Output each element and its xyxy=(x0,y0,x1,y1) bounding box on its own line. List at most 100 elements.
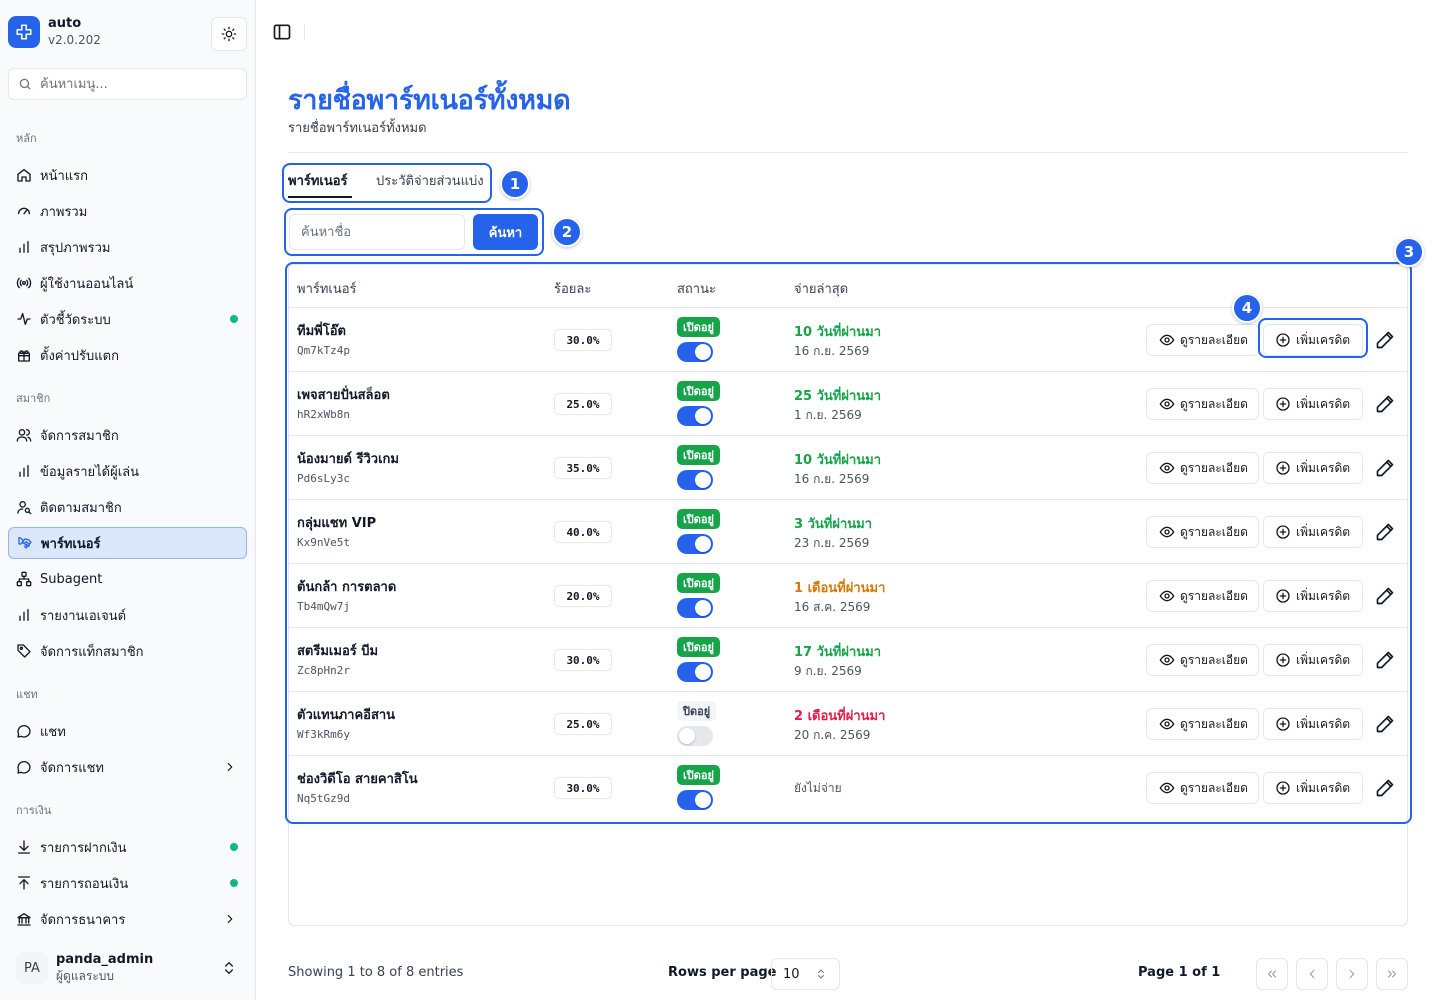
pencil-icon[interactable] xyxy=(1375,458,1395,478)
previous-page-button[interactable] xyxy=(1296,958,1328,990)
chat-icon xyxy=(17,725,31,738)
eye-icon xyxy=(1159,334,1175,346)
chevron-right-icon xyxy=(1349,969,1355,979)
pencil-icon[interactable] xyxy=(1375,586,1395,606)
sidebar-item[interactable]: จัดการธนาคาร xyxy=(8,903,247,935)
status-toggle[interactable] xyxy=(677,534,713,554)
panel-toggle-icon[interactable] xyxy=(272,22,292,42)
sidebar-item[interactable]: รายการถอนเงิน xyxy=(8,867,247,899)
add-credit-button[interactable]: เพิ่มเครดิต xyxy=(1263,708,1363,740)
sidebar-item[interactable]: ภาพรวม xyxy=(8,195,247,227)
brand-name: auto xyxy=(48,16,82,31)
sidebar-item-label: หน้าแรก xyxy=(40,168,88,184)
nav-group-label: สมาชิก xyxy=(16,392,51,405)
plus-circle-icon xyxy=(1276,589,1290,603)
pencil-icon[interactable] xyxy=(1375,650,1395,670)
status-toggle[interactable] xyxy=(677,790,713,810)
pencil-icon[interactable] xyxy=(1375,714,1395,734)
status-toggle[interactable] xyxy=(677,662,713,682)
add-credit-label: เพิ่มเครดิต xyxy=(1296,652,1351,667)
pencil-icon[interactable] xyxy=(1375,330,1395,350)
toggle-knob xyxy=(695,664,711,680)
sidebar-item[interactable]: ติดตามสมาชิก xyxy=(8,491,247,523)
status-badge: เปิดอยู่ xyxy=(677,445,720,465)
sidebar-item[interactable]: จัดการสมาชิก xyxy=(8,419,247,451)
partner-search-input[interactable] xyxy=(289,214,465,250)
tab-partners[interactable]: พาร์ทเนอร์ xyxy=(288,170,348,191)
pencil-icon[interactable] xyxy=(1375,522,1395,542)
sidebar-item[interactable]: ผู้ใช้งานออนไลน์ xyxy=(8,267,247,299)
add-credit-button[interactable]: เพิ่มเครดิต xyxy=(1263,324,1363,356)
status-toggle[interactable] xyxy=(677,726,713,746)
status-dot xyxy=(230,315,238,323)
table-row: สตรีมเมอร์ บีม Zc8pHn2r 30.0% เปิดอยู่ 17 วั… xyxy=(289,627,1407,691)
sidebar-item-label: จัดการแชท xyxy=(40,760,104,776)
add-credit-label: เพิ่มเครดิต xyxy=(1296,332,1351,347)
partner-code: Pd6sLy3c xyxy=(297,472,350,485)
sidebar-item-label: ตัวชี้วัดระบบ xyxy=(40,312,111,328)
sidebar-item[interactable]: ตั้งค่าปรับแตก xyxy=(8,339,247,371)
sidebar-item[interactable]: พาร์ทเนอร์ xyxy=(8,527,247,559)
add-credit-button[interactable]: เพิ่มเครดิต xyxy=(1263,580,1363,612)
tab-payout-history[interactable]: ประวัติจ่ายส่วนแบ่ง xyxy=(376,170,484,191)
sidebar-item[interactable]: Subagent xyxy=(8,563,247,595)
sidebar-item[interactable]: แชท xyxy=(8,715,247,747)
view-details-button[interactable]: ดูรายละเอียด xyxy=(1146,388,1259,420)
sidebar-item[interactable]: จัดการแชท xyxy=(8,751,247,783)
sidebar-item[interactable]: รายงานเอเจนต์ xyxy=(8,599,247,631)
sidebar-item-label: ผู้ใช้งานออนไลน์ xyxy=(40,276,134,292)
status-badge: เปิดอยู่ xyxy=(677,765,720,785)
sidebar-item[interactable]: หน้าแรก xyxy=(8,159,247,191)
sidebar-item[interactable]: ตัวชี้วัดระบบ xyxy=(8,303,247,335)
status-toggle[interactable] xyxy=(677,342,713,362)
sidebar-item[interactable]: รายการฝากเงิน xyxy=(8,831,247,863)
sidebar-item[interactable]: สรุปภาพรวม xyxy=(8,231,247,263)
view-details-button[interactable]: ดูรายละเอียด xyxy=(1146,324,1259,356)
view-details-button[interactable]: ดูรายละเอียด xyxy=(1146,644,1259,676)
nav-group-label: หลัก xyxy=(16,132,37,145)
page-title: รายชื่อพาร์ทเนอร์ทั้งหมด xyxy=(288,85,571,116)
toggle-knob xyxy=(679,728,695,744)
pencil-icon[interactable] xyxy=(1375,778,1395,798)
first-page-button[interactable] xyxy=(1256,958,1288,990)
last-paid-relative: 17 วันที่ผ่านมา xyxy=(794,645,882,660)
theme-toggle-button[interactable] xyxy=(211,17,247,51)
status-badge: เปิดอยู่ xyxy=(677,381,720,401)
status-toggle[interactable] xyxy=(677,598,713,618)
sidebar-item[interactable]: ข้อมูลรายได้ผู้เล่น xyxy=(8,455,247,487)
pencil-icon[interactable] xyxy=(1375,394,1395,414)
percent-badge: 20.0% xyxy=(554,585,612,607)
annotation-badge-2: 2 xyxy=(552,217,582,247)
view-details-button[interactable]: ดูรายละเอียด xyxy=(1146,772,1259,804)
menu-search[interactable] xyxy=(8,68,247,100)
annotation-badge-3: 3 xyxy=(1394,237,1424,267)
add-credit-button[interactable]: เพิ่มเครดิต xyxy=(1263,388,1363,420)
search-button[interactable]: ค้นหา xyxy=(473,214,538,250)
view-details-button[interactable]: ดูรายละเอียด xyxy=(1146,516,1259,548)
add-credit-button[interactable]: เพิ่มเครดิต xyxy=(1263,516,1363,548)
status-toggle[interactable] xyxy=(677,470,713,490)
table-row: น้องมายด์ รีวิวเกม Pd6sLy3c 35.0% เปิดอยู่ 1… xyxy=(289,435,1407,499)
user-menu[interactable]: PA panda_admin ผู้ดูแลระบบ xyxy=(8,946,247,990)
add-credit-button[interactable]: เพิ่มเครดิต xyxy=(1263,452,1363,484)
status-toggle[interactable] xyxy=(677,406,713,426)
view-details-button[interactable]: ดูรายละเอียด xyxy=(1146,708,1259,740)
brand[interactable]: auto v2.0.202 xyxy=(8,16,101,48)
rows-per-page-select[interactable]: 10 xyxy=(771,958,840,990)
next-page-button[interactable] xyxy=(1336,958,1368,990)
last-page-button[interactable] xyxy=(1376,958,1408,990)
plus-circle-icon xyxy=(1276,333,1290,347)
status-badge: เปิดอยู่ xyxy=(677,573,720,593)
plus-circle-icon xyxy=(1276,525,1290,539)
add-credit-button[interactable]: เพิ่มเครดิต xyxy=(1263,772,1363,804)
column-header-status: สถานะ xyxy=(677,282,716,297)
sun-icon xyxy=(221,26,237,42)
menu-search-input[interactable] xyxy=(40,76,230,92)
add-credit-button[interactable]: เพิ่มเครดิต xyxy=(1263,644,1363,676)
view-details-button[interactable]: ดูรายละเอียด xyxy=(1146,452,1259,484)
add-credit-label: เพิ่มเครดิต xyxy=(1296,716,1351,731)
sidebar-item[interactable]: จัดการแท็กสมาชิก xyxy=(8,635,247,667)
chat-icon xyxy=(17,761,31,774)
partner-code: Qm7kTz4p xyxy=(297,344,350,357)
view-details-button[interactable]: ดูรายละเอียด xyxy=(1146,580,1259,612)
